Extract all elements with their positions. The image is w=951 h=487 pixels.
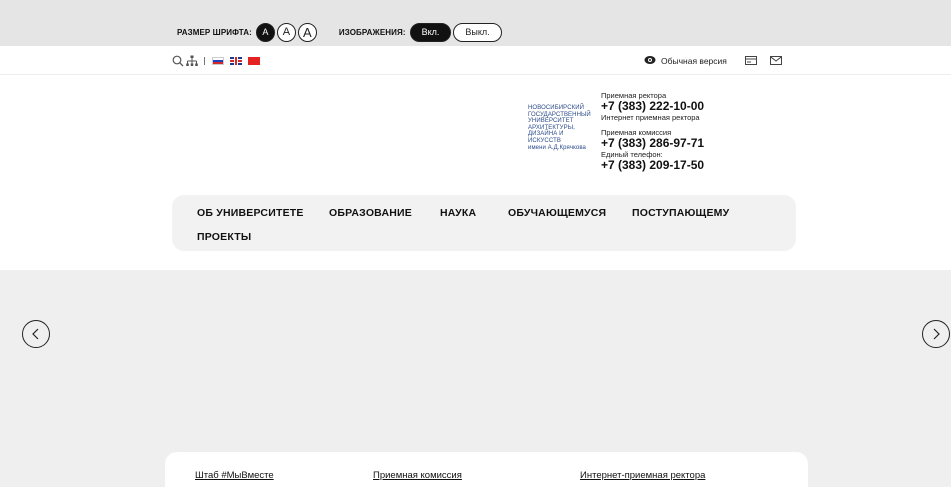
- accessibility-bar: РАЗМЕР ШРИФТА: A A A ИЗОБРАЖЕНИЯ: Вкл. В…: [0, 0, 951, 46]
- quick-links-card: Штаб #МыВместе Приемная комиссия Интерне…: [165, 452, 808, 487]
- search-icon[interactable]: [172, 55, 184, 67]
- cn-flag-icon[interactable]: [248, 57, 260, 65]
- university-logo[interactable]: НОВОСИБИРСКИЙ ГОСУДАРСТВЕННЫЙ УНИВЕРСИТЕ…: [528, 105, 600, 151]
- unified-phone[interactable]: +7 (383) 209-17-50: [601, 159, 741, 172]
- separator: [204, 57, 205, 65]
- logo-line: ИСКУССТВ: [528, 137, 561, 144]
- chevron-right-icon: [933, 328, 940, 340]
- nav-item-projects[interactable]: ПРОЕКТЫ: [197, 231, 251, 243]
- nav-item-science[interactable]: НАУКА: [440, 207, 476, 219]
- mail-icon[interactable]: [769, 52, 782, 70]
- rector-online-reception-link[interactable]: Интернет приемная ректора: [601, 113, 741, 122]
- slider-prev-button[interactable]: [22, 320, 50, 348]
- contacts-block: Приемная ректора +7 (383) 222-10-00 Инте…: [601, 91, 741, 172]
- utility-right: Обычная версия: [644, 55, 795, 67]
- rector-phone[interactable]: +7 (383) 222-10-00: [601, 100, 741, 113]
- utility-left: [172, 54, 266, 68]
- quick-link-rector-reception[interactable]: Интернет-приемная ректора: [580, 470, 705, 481]
- font-size-medium-button[interactable]: A: [276, 22, 296, 42]
- admission-phone[interactable]: +7 (383) 286-97-71: [601, 137, 741, 150]
- logo-line: ДИЗАЙНА И: [528, 131, 564, 138]
- images-off-button[interactable]: Выкл.: [453, 22, 502, 42]
- header-divider: [0, 74, 951, 75]
- gb-flag-icon[interactable]: [230, 57, 242, 65]
- logo-line: имени А.Д.Крячкова: [528, 144, 586, 151]
- sitemap-icon[interactable]: [186, 55, 198, 67]
- main-navigation: ОБ УНИВЕРСИТЕТЕ ОБРАЗОВАНИЕ НАУКА ОБУЧАЮ…: [172, 195, 796, 251]
- font-size-large-button[interactable]: A: [297, 22, 317, 42]
- quick-link-headquarters[interactable]: Штаб #МыВместе: [195, 470, 274, 481]
- quick-link-admission[interactable]: Приемная комиссия: [373, 470, 462, 481]
- images-on-button[interactable]: Вкл.: [409, 22, 452, 42]
- nav-item-applicants[interactable]: ПОСТУПАЮЩЕМУ: [632, 207, 729, 219]
- images-label: ИЗОБРАЖЕНИЯ:: [338, 27, 406, 37]
- regular-version-link[interactable]: Обычная версия: [661, 56, 727, 66]
- nav-item-about[interactable]: ОБ УНИВЕРСИТЕТЕ: [197, 207, 304, 219]
- logo-line: УНИВЕРСИТЕТ: [528, 118, 574, 125]
- font-size-label: РАЗМЕР ШРИФТА:: [177, 27, 252, 37]
- logo-line: ГОСУДАРСТВЕННЫЙ: [528, 111, 591, 118]
- eye-icon: [644, 52, 656, 70]
- card-icon[interactable]: [744, 52, 757, 70]
- nav-item-students[interactable]: ОБУЧАЮЩЕМУСЯ: [508, 207, 606, 219]
- chevron-left-icon: [32, 328, 39, 340]
- logo-line: НОВОСИБИРСКИЙ: [528, 105, 585, 111]
- ru-flag-icon[interactable]: [212, 57, 224, 65]
- font-size-small-button[interactable]: A: [255, 22, 275, 42]
- nav-item-education[interactable]: ОБРАЗОВАНИЕ: [329, 207, 412, 219]
- accessibility-controls: РАЗМЕР ШРИФТА: A A A ИЗОБРАЖЕНИЯ: Вкл. В…: [177, 21, 504, 43]
- slider-next-button[interactable]: [922, 320, 950, 348]
